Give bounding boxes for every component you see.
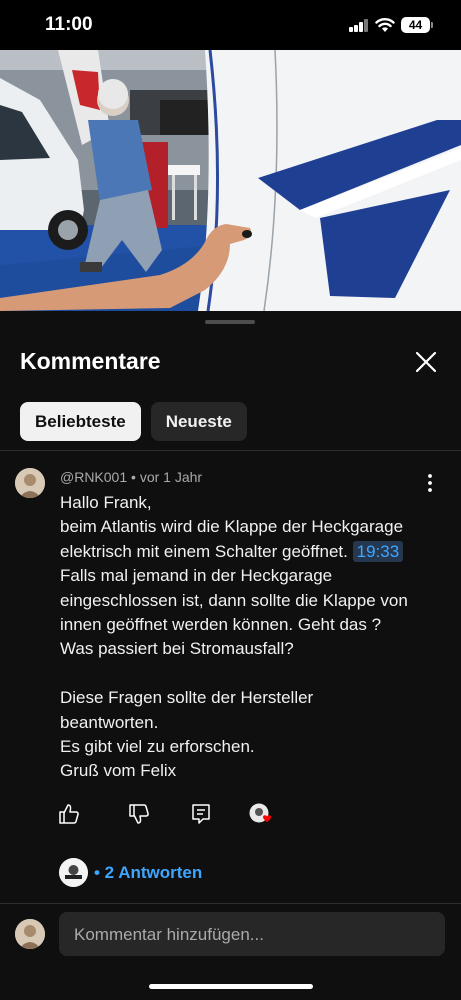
divider (0, 450, 461, 451)
tab-beliebteste[interactable]: Beliebteste (20, 402, 141, 441)
close-icon[interactable] (412, 348, 440, 376)
sheet-title: Kommentare (20, 348, 161, 374)
divider (0, 903, 461, 904)
like-icon[interactable] (58, 803, 80, 825)
comment-line: beantworten. (60, 712, 159, 732)
reply-icon[interactable] (190, 803, 212, 825)
dislike-icon[interactable] (128, 803, 150, 825)
status-bar: 11:00 44 (0, 0, 461, 50)
comment-line-text: elektrisch mit einem Schalter geöffnet. (60, 541, 348, 561)
comment-line: Diese Fragen sollte der Hersteller (60, 688, 314, 708)
avatar[interactable] (15, 468, 45, 498)
comment-author[interactable]: @RNK001 (60, 469, 127, 485)
tab-neueste[interactable]: Neueste (150, 402, 247, 441)
wifi-icon (375, 18, 395, 32)
video-player[interactable] (0, 50, 461, 311)
meta-separator: • (131, 469, 136, 485)
comment-line: Es gibt viel zu erforschen. (60, 737, 255, 757)
creator-avatar (59, 858, 88, 887)
comment-input-placeholder: Kommentar hinzufügen... (74, 925, 264, 944)
comment-line: Hallo Frank, (60, 493, 152, 512)
comment-age: vor 1 Jahr (139, 469, 203, 485)
battery-icon: 44 (401, 17, 433, 33)
comment-line: innen geöffnet werden können. Geht das ? (60, 615, 382, 635)
comment-text: Hallo Frank, beim Atlantis wird die Klap… (60, 491, 440, 784)
comment-line: Was passiert bei Stromausfall? (60, 639, 294, 659)
comment-meta: @RNK001 • vor 1 Jahr (60, 469, 202, 485)
user-avatar (15, 919, 45, 949)
comment-line: Gruß vom Felix (60, 761, 177, 781)
status-time: 11:00 (45, 14, 93, 35)
signal-icon (349, 19, 369, 32)
creator-heart-icon (249, 803, 273, 827)
comments-sheet: Kommentare Beliebteste Neueste @RNK001 •… (0, 311, 461, 1000)
comment-line: elektrisch mit einem Schalter geöffnet. … (60, 540, 440, 564)
comment-blank-line (60, 662, 440, 686)
timestamp-link[interactable]: 19:33 (352, 540, 404, 562)
comment-line: Falls mal jemand in der Heckgarage (60, 566, 333, 586)
comment-input[interactable]: Kommentar hinzufügen... (59, 912, 445, 956)
comment-actions (58, 803, 318, 827)
video-frame-illustration (0, 50, 461, 311)
comment-line: eingeschlossen ist, dann sollte die Klap… (60, 590, 408, 610)
sort-tabs: Beliebteste Neueste (20, 402, 247, 441)
home-indicator (149, 984, 313, 989)
comment-line: beim Atlantis wird die Klappe der Heckga… (60, 517, 404, 537)
replies-label[interactable]: • 2 Antworten (94, 863, 202, 883)
drag-handle[interactable] (205, 320, 255, 324)
